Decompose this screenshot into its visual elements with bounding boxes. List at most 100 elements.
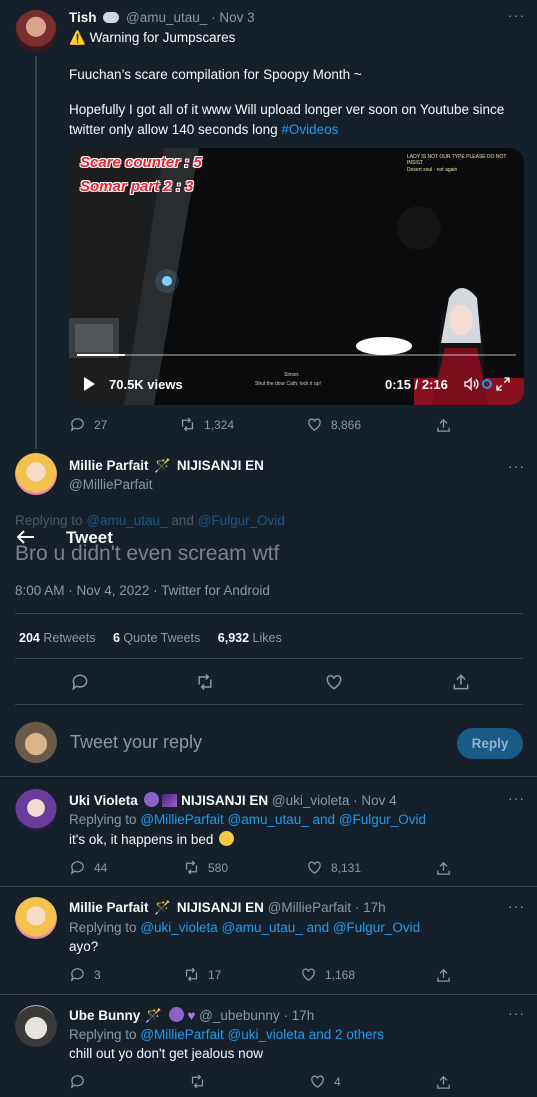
retweet-icon[interactable] xyxy=(195,672,215,692)
author-handle[interactable]: @uki_violeta xyxy=(272,793,350,808)
video-progress-track[interactable] xyxy=(77,354,516,356)
retweets-count: 204 xyxy=(19,631,40,645)
reply-body: it's ok, it happens in bed xyxy=(69,832,214,847)
like-action[interactable]: 4 xyxy=(309,1073,341,1090)
replying-to-links[interactable]: @MillieParfait @amu_utau_ and @Fulgur_Ov… xyxy=(140,812,426,827)
reply-header-uki: Uki Violeta NIJISANJI EN @uki_violeta · … xyxy=(69,792,397,808)
retweet-count: 17 xyxy=(208,967,222,982)
reply-action[interactable]: 3 xyxy=(69,966,101,983)
engagement-stats: 204 Retweets 6 Quote Tweets 6,932 Likes xyxy=(19,631,282,645)
author-org[interactable]: NIJISANJI EN xyxy=(177,458,264,473)
share-icon[interactable] xyxy=(451,672,471,692)
author-handle[interactable]: @amu_utau_ xyxy=(126,10,207,25)
more-options-icon[interactable]: ··· xyxy=(508,458,525,474)
heart-icon[interactable] xyxy=(324,672,344,692)
settings-icon[interactable] xyxy=(482,379,492,389)
reply-action[interactable] xyxy=(69,1073,94,1090)
likes-label: Likes xyxy=(252,631,282,645)
reply-input[interactable]: Tweet your reply xyxy=(70,732,202,753)
warning-text: Warning for Jumpscares xyxy=(89,30,236,45)
retweet-action[interactable]: 580 xyxy=(183,859,228,876)
video-player[interactable]: Scare counter : 5 Somar part 2 : 3 LADY … xyxy=(69,148,524,405)
like-action[interactable]: 1,168 xyxy=(300,966,355,983)
avatar-millie-main[interactable] xyxy=(15,453,57,495)
avatar-current-user[interactable] xyxy=(15,721,57,763)
author-handle[interactable]: @_ubebunny xyxy=(199,1008,280,1023)
reply-text: ayo? xyxy=(69,939,99,954)
somar-counter-overlay: Somar part 2 : 3 xyxy=(80,178,194,195)
wand-emoji-icon: 🪄 xyxy=(154,900,172,915)
play-icon[interactable] xyxy=(84,377,95,391)
like-action[interactable]: 8,866 xyxy=(306,416,361,433)
quotes-stat[interactable]: 6 Quote Tweets xyxy=(113,631,200,645)
retweet-count: 580 xyxy=(208,860,229,875)
fullscreen-icon[interactable] xyxy=(495,376,511,392)
reply-count: 27 xyxy=(94,417,108,432)
reply-icon xyxy=(70,968,84,982)
avatar-uki[interactable] xyxy=(15,789,57,831)
share-icon[interactable] xyxy=(435,417,452,434)
replying-to-links[interactable]: @MillieParfait @uki_violeta and 2 others xyxy=(140,1027,384,1042)
like-count: 8,866 xyxy=(331,417,362,432)
author-name[interactable]: Uki Violeta xyxy=(69,793,138,808)
replying-to-and: and xyxy=(171,513,194,528)
replying-to-link[interactable]: @amu_utau_ xyxy=(86,513,167,528)
reply-button[interactable]: Reply xyxy=(457,728,523,759)
retweet-icon xyxy=(185,967,198,982)
replying-to-label: Replying to xyxy=(69,1027,137,1042)
reply-text: chill out yo don't get jealous now xyxy=(69,1046,263,1061)
replying-to-line: Replying to @MillieParfait @amu_utau_ an… xyxy=(69,812,426,827)
reply-text: it's ok, it happens in bed xyxy=(69,830,235,850)
hashtag-link[interactable]: #Ovideos xyxy=(281,122,338,137)
author-org[interactable]: NIJISANJI EN xyxy=(181,793,268,808)
avatar-ube-bunny[interactable] xyxy=(15,1005,57,1047)
retweet-action[interactable]: 17 xyxy=(183,966,221,983)
author-name[interactable]: Millie Parfait xyxy=(69,900,149,915)
author-org[interactable]: NIJISANJI EN xyxy=(177,900,264,915)
volume-icon[interactable] xyxy=(463,376,479,392)
heart-icon xyxy=(308,418,321,431)
replying-to-label: Replying to xyxy=(15,513,83,528)
tweet-meta: 8:00 AM · Nov 4, 2022 · Twitter for Andr… xyxy=(15,583,270,598)
reply-icon[interactable] xyxy=(70,672,90,692)
scare-counter-overlay: Scare counter : 5 xyxy=(80,154,202,171)
share-icon[interactable] xyxy=(435,967,452,984)
replying-to-link[interactable]: @Fulgur_Ovid xyxy=(198,513,285,528)
heart-icon xyxy=(308,861,321,874)
author-name[interactable]: Ube Bunny xyxy=(69,1008,140,1023)
author-handle[interactable]: @MillieParfait xyxy=(268,900,351,915)
more-options-icon[interactable]: ··· xyxy=(508,898,525,914)
author-handle[interactable]: @MillieParfait xyxy=(69,477,152,492)
more-options-icon[interactable]: ··· xyxy=(508,1005,525,1021)
like-action[interactable]: 8,131 xyxy=(306,859,361,876)
likes-stat[interactable]: 6,932 Likes xyxy=(218,631,282,645)
avatar-millie[interactable] xyxy=(15,897,57,939)
more-options-icon[interactable]: ··· xyxy=(508,790,525,806)
more-options-icon[interactable]: ··· xyxy=(508,7,525,23)
quotes-count: 6 xyxy=(112,631,120,645)
retweet-action[interactable] xyxy=(189,1073,214,1090)
author-name[interactable]: Tish xyxy=(69,10,97,25)
reply-date[interactable]: · 17h xyxy=(283,1008,314,1023)
like-count: 8,131 xyxy=(331,860,362,875)
reply-action[interactable]: 44 xyxy=(69,859,107,876)
retweets-stat[interactable]: 204 Retweets xyxy=(19,631,95,645)
author-name[interactable]: Millie Parfait xyxy=(69,458,149,473)
replying-to-line: Replying to @uki_violeta @amu_utau_ and … xyxy=(69,920,420,935)
divider-meta xyxy=(15,613,523,614)
tweet-date[interactable]: · Nov 3 xyxy=(211,10,255,25)
share-icon[interactable] xyxy=(435,1074,452,1091)
reply-date[interactable]: · Nov 4 xyxy=(353,793,397,808)
replying-to-links[interactable]: @uki_violeta @amu_utau_ and @Fulgur_Ovid xyxy=(140,920,420,935)
share-icon[interactable] xyxy=(435,860,452,877)
reply-icon xyxy=(70,861,84,875)
reply-action[interactable]: 27 xyxy=(69,416,107,433)
reply-header-ube: Ube Bunny 🪄 ♥ @_ubebunny · 17h xyxy=(69,1007,314,1024)
reply-date[interactable]: · 17h xyxy=(355,900,386,915)
divider-stats xyxy=(15,658,523,659)
avatar-tish[interactable] xyxy=(15,10,57,52)
divider-reply2 xyxy=(0,994,537,995)
retweet-action[interactable]: 1,324 xyxy=(179,416,234,433)
video-progress-fill xyxy=(77,354,126,356)
replying-to-line: Replying to @MillieParfait @uki_violeta … xyxy=(69,1027,384,1042)
